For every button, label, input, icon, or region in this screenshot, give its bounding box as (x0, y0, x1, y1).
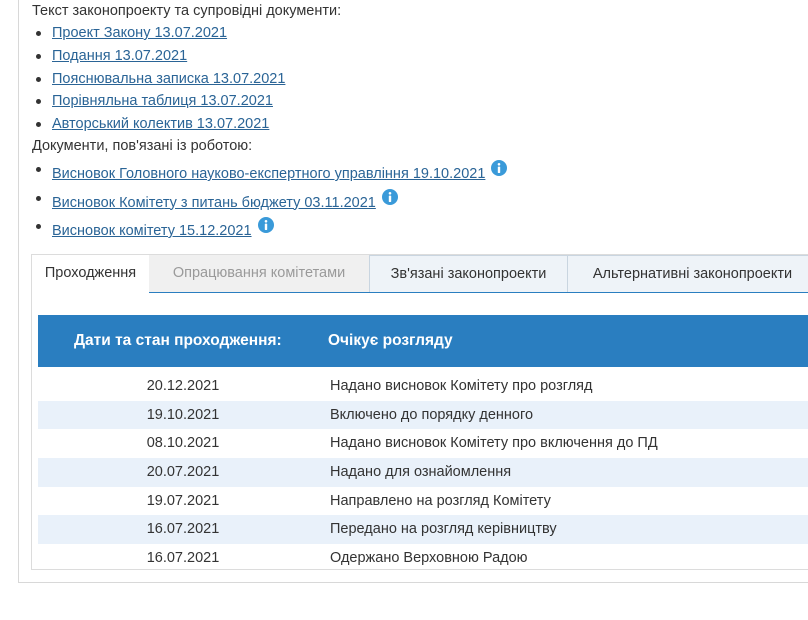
list-item: Подання 13.07.2021 (32, 47, 285, 65)
list-item: Пояснювальна записка 13.07.2021 (32, 70, 285, 88)
list-item: Висновок комітету 15.12.2021 (32, 217, 507, 240)
table-header-label: Дати та стан проходження: (74, 332, 282, 349)
bill-tabs-panel: Проходження Опрацювання комітетами Зв'яз… (31, 254, 808, 570)
row-date: 19.07.2021 (146, 492, 220, 509)
related-documents-heading: Документи, пов'язані із роботою: (32, 138, 253, 154)
table-row: 20.07.2021 Надано для ознайомлення (38, 458, 808, 487)
info-icon[interactable] (491, 160, 508, 176)
tab-alternative-bills[interactable]: Альтернативні законопроекти (567, 255, 808, 293)
row-date: 08.10.2021 (146, 435, 220, 452)
row-date: 20.07.2021 (146, 464, 220, 481)
row-event: Включено до порядку денного (330, 406, 534, 423)
doc-link-comparison-table[interactable]: Порівняльна таблиця 13.07.2021 (52, 93, 273, 109)
doc-link-expert-conclusion[interactable]: Висновок Головного науково-експертного у… (52, 166, 485, 182)
table-row: 16.07.2021 Передано на розгляд керівницт… (38, 515, 808, 545)
table-rows: 20.12.2021 Надано висновок Комітету про … (38, 372, 808, 573)
related-documents-list: Висновок Головного науково-експертного у… (32, 160, 508, 240)
doc-link-authors[interactable]: Авторський колектив 13.07.2021 (52, 116, 269, 132)
table-row: 19.10.2021 Включено до порядку денного (38, 400, 808, 430)
doc-link-submission[interactable]: Подання 13.07.2021 (52, 48, 187, 64)
text-documents-list: Проект Закону 13.07.2021 Подання 13.07.2… (32, 24, 285, 133)
row-event: Надано для ознайомлення (330, 464, 512, 481)
text-documents-heading: Текст законопроекту та супровідні докуме… (32, 3, 342, 19)
table-row: 19.07.2021 Направлено на розгляд Комітет… (38, 487, 808, 516)
doc-link-committee-conclusion[interactable]: Висновок комітету 15.12.2021 (52, 223, 252, 239)
row-event: Передано на розгляд керівництву (330, 521, 557, 538)
tab-related-bills[interactable]: Зв'язані законопроекти (369, 255, 567, 293)
info-icon[interactable] (257, 217, 274, 233)
tab-committee-processing[interactable]: Опрацювання комітетами (149, 255, 369, 293)
list-item: Висновок Комітету з питань бюджету 03.11… (32, 188, 507, 212)
row-event: Направлено на розгляд Комітету (330, 492, 551, 509)
row-date: 20.12.2021 (146, 378, 220, 394)
row-event: Надано висновок Комітету про розгляд (330, 378, 593, 394)
table-row: 20.12.2021 Надано висновок Комітету про … (38, 372, 808, 401)
table-row: 08.10.2021 Надано висновок Комітету про … (38, 429, 808, 458)
table-row: 16.07.2021 Одержано Верховною Радою (38, 544, 808, 573)
list-item: Порівняльна таблиця 13.07.2021 (32, 92, 285, 110)
doc-link-bill-draft[interactable]: Проект Закону 13.07.2021 (52, 25, 227, 41)
table-header-status: Очікує розгляду (328, 332, 453, 349)
table-header: Дати та стан проходження: Очікує розгляд… (38, 315, 808, 367)
list-item: Висновок Головного науково-експертного у… (32, 160, 508, 183)
row-date: 19.10.2021 (146, 406, 220, 423)
list-item: Проект Закону 13.07.2021 (32, 24, 285, 42)
row-date: 16.07.2021 (146, 550, 220, 567)
tab-progress[interactable]: Проходження (32, 255, 149, 294)
tab-bar: Проходження Опрацювання комітетами Зв'яз… (32, 255, 808, 294)
info-icon[interactable] (381, 188, 398, 205)
list-item: Авторський колектив 13.07.2021 (32, 115, 285, 133)
row-event: Одержано Верховною Радою (330, 550, 528, 567)
doc-link-explanatory-note[interactable]: Пояснювальна записка 13.07.2021 (52, 71, 285, 87)
doc-link-budget-committee-conclusion[interactable]: Висновок Комітету з питань бюджету 03.11… (52, 195, 376, 211)
row-date: 16.07.2021 (146, 521, 220, 538)
row-event: Надано висновок Комітету про включення д… (330, 435, 658, 452)
